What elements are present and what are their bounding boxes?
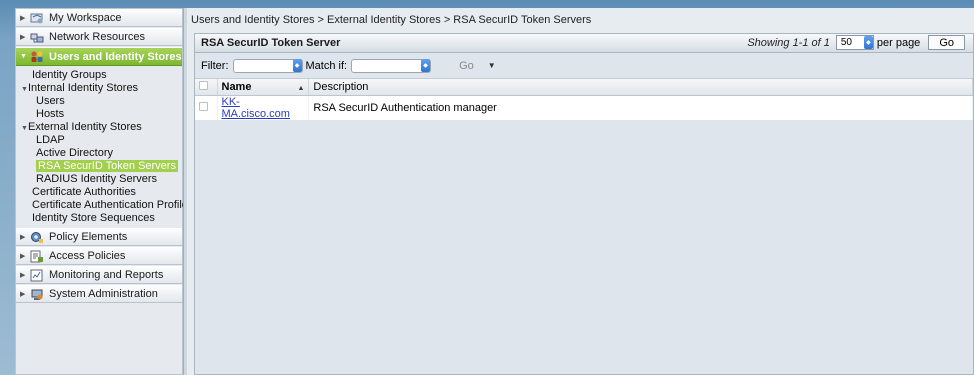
select-all-checkbox[interactable] <box>199 80 208 90</box>
paging-status: Showing 1-1 of 1 <box>747 36 830 49</box>
drawer-users-and-identity-stores[interactable]: ▼ Users and Identity Stores <box>16 47 182 66</box>
drawer-access-policies[interactable]: ▶ Access Policies <box>16 247 182 265</box>
paging-go-button[interactable]: Go <box>928 35 965 50</box>
collapse-arrow-icon: ▼ <box>20 53 27 60</box>
paging-controls: Showing 1-1 of 1 50 ◆ per page Go <box>747 35 965 50</box>
match-if-label: Match if: <box>305 59 348 72</box>
tree-item-identity-store-sequences[interactable]: Identity Store Sequences <box>16 212 182 225</box>
network-icon <box>30 31 44 44</box>
access-policies-icon <box>30 250 44 263</box>
tree-item-active-directory[interactable]: Active Directory <box>16 147 182 160</box>
drawer-my-workspace[interactable]: ▶ My Workspace <box>16 9 182 27</box>
drawer-label: Policy Elements <box>49 231 128 243</box>
tree-item-external-identity-stores[interactable]: ▼External Identity Stores <box>16 121 182 134</box>
tree-item-internal-identity-stores[interactable]: ▼Internal Identity Stores <box>16 82 182 95</box>
drawer-label: Users and Identity Stores <box>49 50 182 63</box>
select-spinner-icon[interactable]: ◆ <box>863 36 873 49</box>
servers-table: Name ▲ Description KK-MA.cisco.com RSA Se… <box>195 79 973 120</box>
expand-arrow-icon: ▶ <box>20 253 26 260</box>
description-cell: RSA SecurID Authentication manager <box>308 95 973 120</box>
filter-bar: Filter: ◆ Match if: ◆ Go ▼ <box>195 53 973 79</box>
filter-select[interactable]: ◆ <box>232 58 303 73</box>
panel-header: RSA SecurID Token Server Showing 1-1 of … <box>195 34 973 53</box>
drawer-system-administration[interactable]: ▶ System Administration <box>16 285 182 303</box>
tree-item-ldap[interactable]: LDAP <box>16 134 182 147</box>
per-page-value: 50 <box>840 37 852 48</box>
tree-item-identity-groups[interactable]: Identity Groups <box>16 69 182 82</box>
drawer-label: Monitoring and Reports <box>49 269 164 281</box>
drawer-label: Access Policies <box>49 250 126 262</box>
select-spinner-icon[interactable]: ◆ <box>292 59 302 72</box>
policy-elements-icon <box>30 231 44 244</box>
column-header-name[interactable]: Name ▲ <box>217 79 310 96</box>
name-cell: KK-MA.cisco.com <box>217 95 310 120</box>
navigation-pane: ▶ My Workspace ▶ Network Resources ▼ Use… <box>15 8 188 375</box>
expand-arrow-icon: ▶ <box>20 291 26 298</box>
navigation-tree: Identity Groups ▼Internal Identity Store… <box>16 67 188 228</box>
select-spinner-icon[interactable]: ◆ <box>421 59 431 72</box>
per-page-select[interactable]: 50 ◆ <box>835 35 874 50</box>
tree-item-rsa-securid-token-servers[interactable]: RSA SecurID Token Servers <box>16 160 182 173</box>
tree-item-certificate-authorities[interactable]: Certificate Authorities <box>16 186 182 199</box>
row-select-cell <box>195 95 218 120</box>
table-row[interactable]: KK-MA.cisco.com RSA SecurID Authenticati… <box>195 95 973 120</box>
select-all-header <box>195 79 218 96</box>
expand-arrow-icon: ▶ <box>20 34 26 41</box>
column-header-description[interactable]: Description <box>308 79 973 96</box>
filter-label: Filter: <box>201 59 229 72</box>
drawer-label: My Workspace <box>49 12 122 24</box>
expand-arrow-icon: ▶ <box>20 272 26 279</box>
drawer-network-resources[interactable]: ▶ Network Resources <box>16 28 182 46</box>
workspace-icon <box>30 12 44 25</box>
tree-item-certificate-authentication-profile[interactable]: Certificate Authentication Profile <box>16 199 188 212</box>
content-area: Users and Identity Stores > External Ide… <box>187 8 974 375</box>
table-header-row: Name ▲ Description <box>195 79 973 96</box>
server-name-link[interactable]: KK-MA.cisco.com <box>222 96 290 120</box>
tree-item-radius-identity-servers[interactable]: RADIUS Identity Servers <box>16 173 182 186</box>
drawer-label: Network Resources <box>49 31 145 43</box>
breadcrumb: Users and Identity Stores > External Ide… <box>191 14 592 26</box>
expand-arrow-icon: ▶ <box>20 15 26 22</box>
monitoring-icon <box>30 269 44 282</box>
tree-item-hosts[interactable]: Hosts <box>16 108 182 121</box>
panel-title: RSA SecurID Token Server <box>201 37 341 49</box>
drawer-policy-elements[interactable]: ▶ Policy Elements <box>16 228 182 246</box>
system-admin-icon <box>30 288 44 301</box>
collapse-arrow-icon[interactable]: ▼ <box>18 122 28 135</box>
expand-arrow-icon: ▶ <box>20 234 26 241</box>
drawer-label: System Administration <box>49 288 158 300</box>
list-panel: RSA SecurID Token Server Showing 1-1 of … <box>194 33 974 375</box>
drawer-monitoring-and-reports[interactable]: ▶ Monitoring and Reports <box>16 266 182 284</box>
filter-options-dropdown-icon[interactable]: ▼ <box>488 61 496 70</box>
sort-ascending-icon[interactable]: ▲ <box>297 85 304 92</box>
filter-go-button[interactable]: Go <box>459 60 474 72</box>
users-icon <box>30 50 44 63</box>
tree-item-users[interactable]: Users <box>16 95 182 108</box>
row-checkbox[interactable] <box>199 101 208 111</box>
collapse-arrow-icon[interactable]: ▼ <box>18 83 28 96</box>
per-page-label: per page <box>876 36 921 49</box>
match-if-select[interactable]: ◆ <box>351 58 432 73</box>
